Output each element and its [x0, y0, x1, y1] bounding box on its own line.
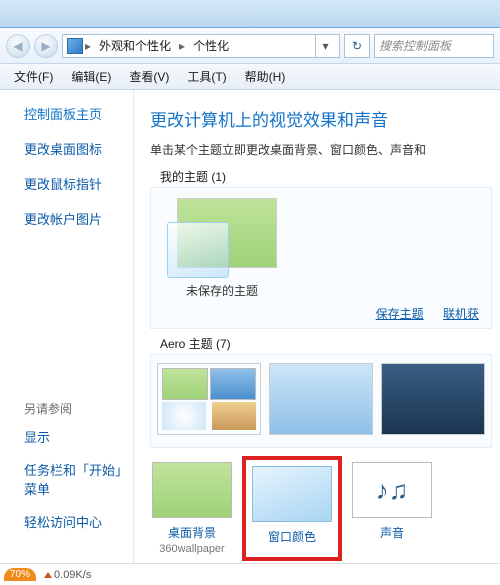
sound-button[interactable]: ♪♫ 声音: [352, 462, 432, 555]
sidebar-home[interactable]: 控制面板主页: [24, 104, 133, 123]
upload-icon: [44, 572, 52, 578]
aero-theme-3[interactable]: [381, 363, 485, 435]
menu-file[interactable]: 文件(F): [6, 65, 61, 88]
aero-theme-1[interactable]: [157, 363, 261, 435]
breadcrumb-level2[interactable]: 个性化: [187, 35, 235, 56]
back-button[interactable]: ◀: [6, 34, 30, 58]
bottom-settings-row: 桌面背景 360wallpaper 窗口颜色 ♪♫ 声音: [150, 462, 492, 555]
refresh-button[interactable]: ↻: [344, 34, 370, 58]
page-title: 更改计算机上的视觉效果和声音: [150, 106, 492, 131]
network-speed: 0.09K/s: [44, 569, 91, 581]
sidebar-link-desktop-icons[interactable]: 更改桌面图标: [24, 139, 133, 158]
see-also-ease-of-access[interactable]: 轻松访问中心: [24, 512, 133, 531]
status-bar: 70% 0.09K/s: [0, 563, 500, 585]
search-placeholder: 搜索控制面板: [379, 37, 451, 54]
menu-help[interactable]: 帮助(H): [237, 65, 294, 88]
see-also-taskbar[interactable]: 任务栏和「开始」菜单: [24, 460, 133, 498]
window-color-label: 窗口颜色: [252, 528, 332, 545]
theme-unsaved[interactable]: 未保存的主题: [167, 198, 277, 299]
aero-themes-label: Aero 主题 (7): [160, 335, 492, 352]
sidebar-link-account-picture[interactable]: 更改帐户图片: [24, 209, 133, 228]
chevron-right-icon: ▸: [85, 39, 91, 53]
menu-view[interactable]: 查看(V): [121, 65, 177, 88]
sound-icon: ♪♫: [352, 462, 432, 518]
page-subtitle: 单击某个主题立即更改桌面背景、窗口颜色、声音和: [150, 141, 492, 158]
save-theme-link[interactable]: 保存主题: [376, 307, 424, 321]
see-also-display[interactable]: 显示: [24, 427, 133, 446]
menu-bar: 文件(F) 编辑(E) 查看(V) 工具(T) 帮助(H): [0, 64, 500, 90]
window-glass-icon: [167, 222, 229, 278]
wallpaper-icon: [152, 462, 232, 518]
search-input[interactable]: 搜索控制面板: [374, 34, 494, 58]
menu-tools[interactable]: 工具(T): [179, 65, 234, 88]
forward-button[interactable]: ▶: [34, 34, 58, 58]
aero-theme-2[interactable]: [269, 363, 373, 435]
control-panel-icon: [67, 38, 83, 54]
aero-themes-box: [150, 354, 492, 448]
nav-toolbar: ◀ ▶ ▸ 外观和个性化 ▸ 个性化 ▾ ↻ 搜索控制面板: [0, 28, 500, 64]
window-color-icon: [252, 466, 332, 522]
zoom-level[interactable]: 70%: [4, 568, 36, 581]
desktop-background-sub: 360wallpaper: [159, 543, 224, 555]
chevron-right-icon: ▸: [179, 39, 185, 53]
window-titlebar: [0, 0, 500, 28]
address-dropdown-icon[interactable]: ▾: [315, 35, 335, 57]
sound-label: 声音: [352, 524, 432, 541]
my-themes-box: 未保存的主题 保存主题 联机获: [150, 187, 492, 329]
theme-caption: 未保存的主题: [167, 282, 277, 299]
breadcrumb-level1[interactable]: 外观和个性化: [93, 35, 177, 56]
address-bar[interactable]: ▸ 外观和个性化 ▸ 个性化 ▾: [62, 34, 340, 58]
desktop-background-button[interactable]: 桌面背景 360wallpaper: [152, 462, 232, 555]
sidebar: 控制面板主页 更改桌面图标 更改鼠标指针 更改帐户图片 另请参阅 显示 任务栏和…: [0, 90, 134, 563]
window-color-button[interactable]: 窗口颜色: [248, 462, 336, 555]
see-also-heading: 另请参阅: [24, 400, 133, 417]
get-online-themes-link[interactable]: 联机获: [443, 307, 479, 321]
content-pane: 更改计算机上的视觉效果和声音 单击某个主题立即更改桌面背景、窗口颜色、声音和 我…: [134, 90, 500, 563]
sidebar-link-mouse-pointer[interactable]: 更改鼠标指针: [24, 174, 133, 193]
desktop-background-label: 桌面背景: [152, 524, 232, 541]
my-themes-label: 我的主题 (1): [160, 168, 492, 185]
menu-edit[interactable]: 编辑(E): [63, 65, 119, 88]
